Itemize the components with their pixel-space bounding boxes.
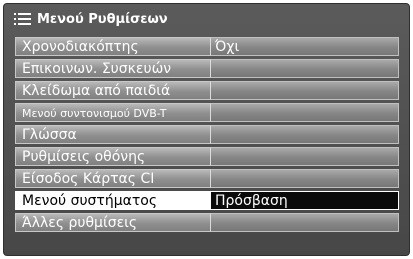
menu-item-label: Άλλες ρυθμίσεις [15, 213, 210, 232]
menu-item-child-lock[interactable]: Κλείδωμα από παιδιά [15, 81, 399, 100]
menu-header: Μενού Ρυθμίσεων [4, 4, 409, 34]
menu-title: Μενού Ρυθμίσεων [37, 11, 168, 27]
menu-item-device-link[interactable]: Επικοινων. Συσκευών [15, 59, 399, 78]
menu-item-language[interactable]: Γλώσσα [15, 125, 399, 144]
menu-list: Χρονοδιακόπτης Όχι Επικοινων. Συσκευών Κ… [15, 37, 399, 235]
list-menu-icon [14, 12, 31, 26]
menu-item-label: Μενού συντονισμού DVB-T [15, 103, 210, 122]
menu-item-label: Χρονοδιακόπτης [15, 37, 210, 56]
settings-menu-panel: Μενού Ρυθμίσεων Χρονοδιακόπτης Όχι Επικο… [3, 3, 410, 256]
menu-item-display-settings[interactable]: Ρυθμίσεις οθόνης [15, 147, 399, 166]
menu-item-value[interactable] [210, 147, 399, 166]
menu-item-ci-card[interactable]: Είσοδος Κάρτας CI [15, 169, 399, 188]
menu-item-label: Γλώσσα [15, 125, 210, 144]
menu-item-value[interactable] [210, 59, 399, 78]
menu-item-other-settings[interactable]: Άλλες ρυθμίσεις [15, 213, 399, 232]
menu-item-timer[interactable]: Χρονοδιακόπτης Όχι [15, 37, 399, 56]
menu-item-label: Επικοινων. Συσκευών [15, 59, 210, 78]
menu-item-value[interactable]: Πρόσβαση [210, 191, 399, 210]
menu-item-value[interactable] [210, 103, 399, 122]
menu-item-value[interactable]: Όχι [210, 37, 399, 56]
menu-item-label: Μενού συστήματος [15, 191, 210, 210]
menu-item-value[interactable] [210, 125, 399, 144]
menu-item-value[interactable] [210, 169, 399, 188]
menu-item-label: Είσοδος Κάρτας CI [15, 169, 210, 188]
menu-item-dvbt-tuning[interactable]: Μενού συντονισμού DVB-T [15, 103, 399, 122]
menu-item-label: Κλείδωμα από παιδιά [15, 81, 210, 100]
menu-item-value[interactable] [210, 81, 399, 100]
menu-item-label: Ρυθμίσεις οθόνης [15, 147, 210, 166]
menu-item-system-menu[interactable]: Μενού συστήματος Πρόσβαση [15, 191, 399, 210]
menu-item-value[interactable] [210, 213, 399, 232]
